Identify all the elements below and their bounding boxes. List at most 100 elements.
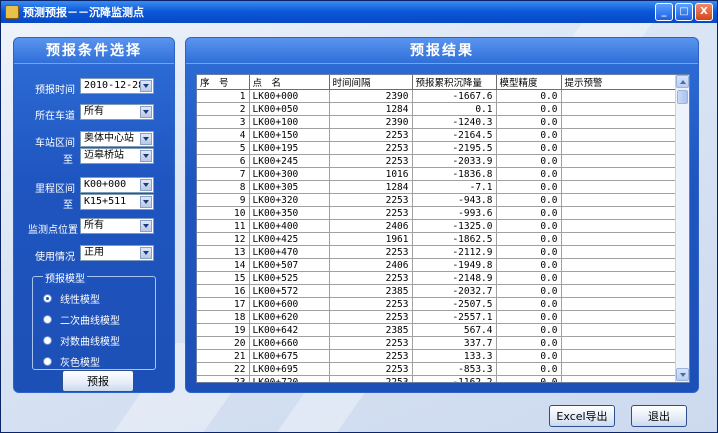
table-cell: 3 [197,115,250,129]
table-cell: 18 [197,310,250,324]
chevron-down-icon[interactable] [140,150,152,162]
table-cell [561,336,677,350]
table-row[interactable]: 4 LK00+150 2253 -2164.5 0.0 [197,128,677,142]
minimize-button[interactable]: _ [655,3,673,21]
table-cell: 2253 [329,362,413,376]
table-cell: 8 [197,180,250,194]
table-row[interactable]: 7 LK00+300 1016 -1836.8 0.0 [197,167,677,181]
table-row[interactable]: 19 LK00+642 2385 567.4 0.0 [197,323,677,337]
table-cell: LK00+642 [249,323,330,337]
table-cell: 0.0 [496,323,562,337]
chevron-down-icon[interactable] [140,247,152,259]
exit-button[interactable]: 退出 [631,405,687,427]
table-row[interactable]: 11 LK00+400 2406 -1325.0 0.0 [197,219,677,233]
radio-quadratic-model[interactable]: 二次曲线模型 [43,312,120,327]
radio-dot-icon[interactable] [43,336,52,345]
radio-grey-model[interactable]: 灰色模型 [43,354,100,369]
point-position-value: 所有 [84,220,104,231]
table-cell [561,219,677,233]
maximize-button[interactable]: □ [675,3,693,21]
table-cell: 0.0 [496,232,562,246]
forecast-time-picker[interactable]: 2010-12-28 [80,78,154,94]
point-position-select[interactable]: 所有 [80,218,154,234]
table-cell [561,232,677,246]
table-cell: 2253 [329,297,413,311]
chevron-down-icon[interactable] [140,133,152,145]
radio-dot-icon[interactable] [43,294,52,303]
table-row[interactable]: 23 LK00+720 2253 -1162.2 0.0 [197,375,677,382]
scroll-thumb[interactable] [677,90,688,104]
table-cell: 0.0 [496,245,562,259]
column-header[interactable]: 时间间隔 [329,75,413,90]
close-button[interactable]: X [695,3,713,21]
table-cell: 2 [197,102,250,116]
column-header[interactable]: 模型精度 [496,75,562,90]
scroll-down-icon[interactable] [676,368,689,381]
table-cell: -2033.9 [412,154,497,168]
window-title: 预测预报－－沉降监测点 [23,6,144,19]
mileage-to-select[interactable]: K15+511 [80,194,154,210]
results-table: 序 号 点 名 时间间隔 预报累积沉降量 模型精度 提示预警 1 LK00+000… [197,75,677,382]
table-cell: LK00+050 [249,102,330,116]
table-cell: 22 [197,362,250,376]
results-grid[interactable]: 序 号 点 名 时间间隔 预报累积沉降量 模型精度 提示预警 1 LK00+000… [196,74,690,383]
table-cell [561,310,677,324]
forecast-button[interactable]: 预报 [62,370,134,392]
table-row[interactable]: 22 LK00+695 2253 -853.3 0.0 [197,362,677,376]
vertical-scrollbar[interactable] [675,75,689,382]
chevron-down-icon[interactable] [140,106,152,118]
usage-select[interactable]: 正用 [80,245,154,261]
table-row[interactable]: 6 LK00+245 2253 -2033.9 0.0 [197,154,677,168]
table-row[interactable]: 12 LK00+425 1961 -1862.5 0.0 [197,232,677,246]
table-row[interactable]: 13 LK00+470 2253 -2112.9 0.0 [197,245,677,259]
column-header[interactable]: 提示预警 [561,75,677,90]
station-from-select[interactable]: 奥体中心站 [80,131,154,147]
chevron-down-icon[interactable] [140,179,152,191]
table-cell: LK00+660 [249,336,330,350]
lane-select[interactable]: 所有 [80,104,154,120]
table-row[interactable]: 16 LK00+572 2385 -2032.7 0.0 [197,284,677,298]
table-cell: LK00+195 [249,141,330,155]
column-header[interactable]: 序 号 [197,75,250,90]
radio-dot-icon[interactable] [43,357,52,366]
table-row[interactable]: 3 LK00+100 2390 -1240.3 0.0 [197,115,677,129]
table-cell: 1 [197,89,250,103]
table-row[interactable]: 2 LK00+050 1284 0.1 0.0 [197,102,677,116]
table-row[interactable]: 1 LK00+000 2390 -1667.6 0.0 [197,89,677,103]
excel-export-button[interactable]: Excel导出 [549,405,615,427]
column-header[interactable]: 预报累积沉降量 [412,75,497,90]
table-row[interactable]: 5 LK00+195 2253 -2195.5 0.0 [197,141,677,155]
radio-dot-icon[interactable] [43,315,52,324]
table-row[interactable]: 15 LK00+525 2253 -2148.9 0.0 [197,271,677,285]
station-to-select[interactable]: 迈皋桥站 [80,148,154,164]
radio-log-model[interactable]: 对数曲线模型 [43,333,120,348]
table-cell [561,128,677,142]
table-cell: -2195.5 [412,141,497,155]
column-header[interactable]: 点 名 [249,75,330,90]
table-row[interactable]: 18 LK00+620 2253 -2557.1 0.0 [197,310,677,324]
title-bar[interactable]: 预测预报－－沉降监测点 _ □ X [1,1,717,23]
table-row[interactable]: 9 LK00+320 2253 -943.8 0.0 [197,193,677,207]
radio-label: 灰色模型 [60,358,100,369]
scroll-up-icon[interactable] [676,75,689,88]
table-cell: 2385 [329,284,413,298]
table-row[interactable]: 21 LK00+675 2253 133.3 0.0 [197,349,677,363]
table-row[interactable]: 10 LK00+350 2253 -993.6 0.0 [197,206,677,220]
usage-label: 使用情况 [35,252,75,263]
table-row[interactable]: 8 LK00+305 1284 -7.1 0.0 [197,180,677,194]
radio-label: 线性模型 [60,295,100,306]
table-cell: 4 [197,128,250,142]
table-row[interactable]: 14 LK00+507 2406 -1949.8 0.0 [197,258,677,272]
chevron-down-icon[interactable] [140,196,152,208]
table-cell [561,271,677,285]
radio-linear-model[interactable]: 线性模型 [43,291,100,306]
table-cell: 567.4 [412,323,497,337]
chevron-down-icon[interactable] [140,80,152,92]
table-cell: 11 [197,219,250,233]
table-cell [561,180,677,194]
table-row[interactable]: 20 LK00+660 2253 337.7 0.0 [197,336,677,350]
table-row[interactable]: 17 LK00+600 2253 -2507.5 0.0 [197,297,677,311]
chevron-down-icon[interactable] [140,220,152,232]
mileage-to-value: K15+511 [84,196,127,207]
mileage-from-select[interactable]: K00+000 [80,177,154,193]
